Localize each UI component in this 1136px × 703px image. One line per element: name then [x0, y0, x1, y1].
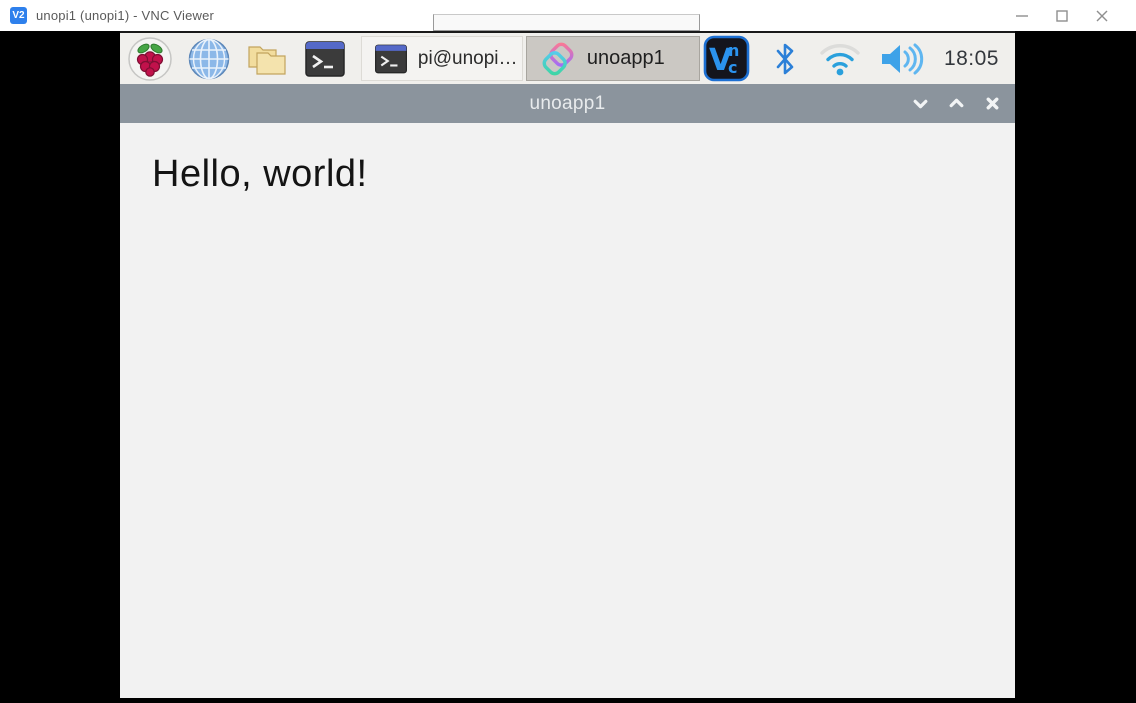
minimize-button[interactable]: [1002, 2, 1042, 30]
vnc-server-icon: V n c: [703, 35, 750, 82]
unoapp1-titlebar: unoapp1: [120, 84, 1015, 123]
close-icon: [984, 95, 1001, 112]
taskbar-clock[interactable]: 18:05: [944, 47, 999, 71]
close-button[interactable]: [1082, 2, 1122, 30]
vnc-server-tray-button[interactable]: V n c: [703, 35, 750, 82]
volume-icon: [878, 40, 924, 78]
svg-text:c: c: [728, 58, 737, 77]
uno-platform-logo-icon: [539, 40, 577, 78]
maximize-button[interactable]: [1042, 2, 1082, 30]
window-title: unopi1 (unopi1) - VNC Viewer: [36, 8, 214, 23]
minimize-icon: [1012, 6, 1032, 26]
terminal-icon: [374, 42, 408, 76]
task-button-unoapp1[interactable]: unoapp1: [526, 36, 700, 81]
terminal-launcher-button[interactable]: [303, 36, 347, 82]
unoapp1-title: unoapp1: [120, 93, 1015, 115]
globe-browser-icon: [187, 37, 231, 81]
taskbar-status-area: V n c: [703, 35, 1007, 82]
wifi-icon: [818, 40, 862, 78]
chevron-down-icon: [912, 95, 929, 112]
task-button-label: unoapp1: [587, 47, 665, 70]
maximize-icon: [1052, 6, 1072, 26]
maximize-button[interactable]: [945, 93, 967, 115]
pi-taskbar: pi@unopi…: [120, 33, 1015, 84]
unoapp1-window-controls: [909, 93, 1015, 115]
chevron-up-icon: [948, 95, 965, 112]
vnc-viewer-logo-icon: V2: [10, 7, 27, 24]
remote-desktop: pi@unopi…: [120, 31, 1015, 698]
file-manager-button[interactable]: [245, 36, 289, 82]
vnc-toolbar-tab[interactable]: [433, 14, 700, 31]
volume-tray-button[interactable]: [878, 40, 924, 78]
shade-button[interactable]: [909, 93, 931, 115]
close-window-button[interactable]: [981, 93, 1003, 115]
bluetooth-icon: [772, 41, 798, 77]
web-browser-button[interactable]: [187, 36, 231, 82]
vnc-logo-text: V2: [12, 11, 24, 21]
task-button-terminal-window[interactable]: pi@unopi…: [361, 36, 523, 81]
terminal-icon: [304, 38, 346, 80]
greeting-text: Hello, world!: [120, 123, 1015, 196]
wifi-tray-button[interactable]: [818, 40, 862, 78]
task-button-label: pi@unopi…: [418, 48, 518, 70]
vnc-viewport-letterbox: pi@unopi…: [0, 31, 1136, 703]
window-controls: [1002, 2, 1136, 30]
raspberry-menu-icon: [127, 36, 173, 82]
close-icon: [1092, 6, 1112, 26]
bluetooth-tray-button[interactable]: [772, 41, 798, 77]
unoapp1-content: Hello, world!: [120, 123, 1015, 698]
folders-icon: [245, 37, 289, 81]
applications-menu-button[interactable]: [127, 36, 173, 82]
